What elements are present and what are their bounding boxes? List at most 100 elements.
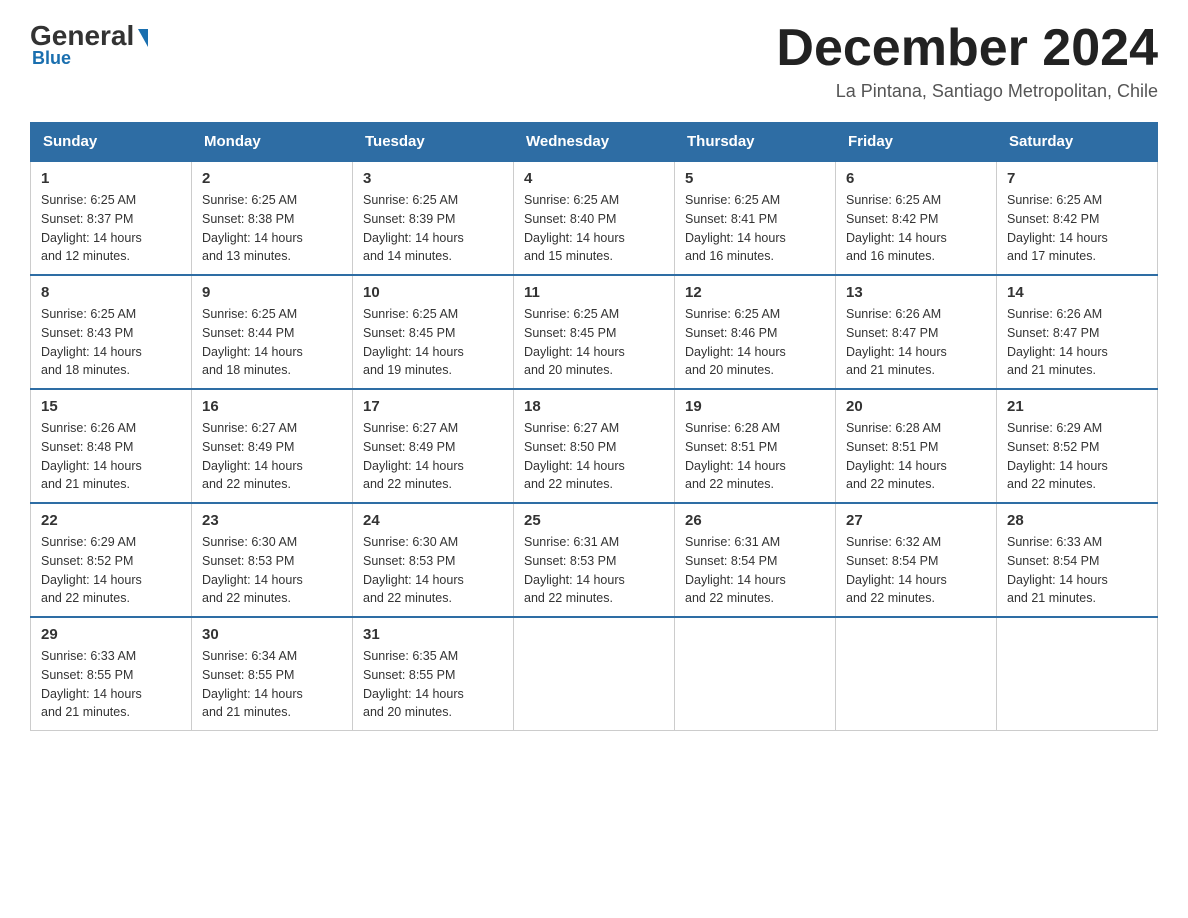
calendar-day-cell: 9 Sunrise: 6:25 AMSunset: 8:44 PMDayligh… bbox=[192, 275, 353, 389]
day-number: 27 bbox=[846, 512, 986, 529]
calendar-day-cell: 27 Sunrise: 6:32 AMSunset: 8:54 PMDaylig… bbox=[836, 503, 997, 617]
calendar-day-cell: 13 Sunrise: 6:26 AMSunset: 8:47 PMDaylig… bbox=[836, 275, 997, 389]
logo: General Blue bbox=[30, 20, 148, 69]
calendar-week-row: 1 Sunrise: 6:25 AMSunset: 8:37 PMDayligh… bbox=[31, 161, 1158, 275]
calendar-day-cell: 26 Sunrise: 6:31 AMSunset: 8:54 PMDaylig… bbox=[675, 503, 836, 617]
day-info: Sunrise: 6:31 AMSunset: 8:54 PMDaylight:… bbox=[685, 535, 786, 605]
day-number: 14 bbox=[1007, 284, 1147, 301]
day-number: 3 bbox=[363, 170, 503, 187]
day-info: Sunrise: 6:26 AMSunset: 8:47 PMDaylight:… bbox=[846, 307, 947, 377]
day-info: Sunrise: 6:25 AMSunset: 8:45 PMDaylight:… bbox=[524, 307, 625, 377]
month-year-title: December 2024 bbox=[776, 20, 1158, 77]
calendar-day-cell: 29 Sunrise: 6:33 AMSunset: 8:55 PMDaylig… bbox=[31, 617, 192, 731]
day-number: 13 bbox=[846, 284, 986, 301]
day-info: Sunrise: 6:27 AMSunset: 8:50 PMDaylight:… bbox=[524, 421, 625, 491]
day-info: Sunrise: 6:31 AMSunset: 8:53 PMDaylight:… bbox=[524, 535, 625, 605]
calendar-day-cell: 8 Sunrise: 6:25 AMSunset: 8:43 PMDayligh… bbox=[31, 275, 192, 389]
day-info: Sunrise: 6:25 AMSunset: 8:42 PMDaylight:… bbox=[1007, 193, 1108, 263]
calendar-day-cell: 22 Sunrise: 6:29 AMSunset: 8:52 PMDaylig… bbox=[31, 503, 192, 617]
calendar-day-cell: 28 Sunrise: 6:33 AMSunset: 8:54 PMDaylig… bbox=[997, 503, 1158, 617]
weekday-header-sunday: Sunday bbox=[31, 123, 192, 162]
calendar-day-cell: 16 Sunrise: 6:27 AMSunset: 8:49 PMDaylig… bbox=[192, 389, 353, 503]
day-info: Sunrise: 6:25 AMSunset: 8:38 PMDaylight:… bbox=[202, 193, 303, 263]
calendar-day-cell: 1 Sunrise: 6:25 AMSunset: 8:37 PMDayligh… bbox=[31, 161, 192, 275]
day-number: 19 bbox=[685, 398, 825, 415]
weekday-header-tuesday: Tuesday bbox=[353, 123, 514, 162]
day-number: 1 bbox=[41, 170, 181, 187]
title-block: December 2024 La Pintana, Santiago Metro… bbox=[776, 20, 1158, 102]
day-info: Sunrise: 6:28 AMSunset: 8:51 PMDaylight:… bbox=[846, 421, 947, 491]
day-info: Sunrise: 6:29 AMSunset: 8:52 PMDaylight:… bbox=[1007, 421, 1108, 491]
day-info: Sunrise: 6:25 AMSunset: 8:43 PMDaylight:… bbox=[41, 307, 142, 377]
calendar-day-cell: 30 Sunrise: 6:34 AMSunset: 8:55 PMDaylig… bbox=[192, 617, 353, 731]
calendar-day-cell: 24 Sunrise: 6:30 AMSunset: 8:53 PMDaylig… bbox=[353, 503, 514, 617]
day-info: Sunrise: 6:34 AMSunset: 8:55 PMDaylight:… bbox=[202, 649, 303, 719]
day-number: 16 bbox=[202, 398, 342, 415]
calendar-day-cell bbox=[836, 617, 997, 731]
calendar-day-cell: 17 Sunrise: 6:27 AMSunset: 8:49 PMDaylig… bbox=[353, 389, 514, 503]
day-number: 8 bbox=[41, 284, 181, 301]
page-header: General Blue December 2024 La Pintana, S… bbox=[30, 20, 1158, 102]
day-info: Sunrise: 6:25 AMSunset: 8:41 PMDaylight:… bbox=[685, 193, 786, 263]
day-number: 4 bbox=[524, 170, 664, 187]
day-number: 20 bbox=[846, 398, 986, 415]
day-number: 30 bbox=[202, 626, 342, 643]
weekday-header-saturday: Saturday bbox=[997, 123, 1158, 162]
calendar-day-cell: 23 Sunrise: 6:30 AMSunset: 8:53 PMDaylig… bbox=[192, 503, 353, 617]
day-info: Sunrise: 6:25 AMSunset: 8:46 PMDaylight:… bbox=[685, 307, 786, 377]
calendar-week-row: 29 Sunrise: 6:33 AMSunset: 8:55 PMDaylig… bbox=[31, 617, 1158, 731]
day-number: 24 bbox=[363, 512, 503, 529]
calendar-week-row: 22 Sunrise: 6:29 AMSunset: 8:52 PMDaylig… bbox=[31, 503, 1158, 617]
calendar-day-cell bbox=[997, 617, 1158, 731]
day-info: Sunrise: 6:26 AMSunset: 8:48 PMDaylight:… bbox=[41, 421, 142, 491]
calendar-week-row: 15 Sunrise: 6:26 AMSunset: 8:48 PMDaylig… bbox=[31, 389, 1158, 503]
day-info: Sunrise: 6:30 AMSunset: 8:53 PMDaylight:… bbox=[202, 535, 303, 605]
calendar-day-cell: 6 Sunrise: 6:25 AMSunset: 8:42 PMDayligh… bbox=[836, 161, 997, 275]
calendar-day-cell: 11 Sunrise: 6:25 AMSunset: 8:45 PMDaylig… bbox=[514, 275, 675, 389]
calendar-day-cell: 15 Sunrise: 6:26 AMSunset: 8:48 PMDaylig… bbox=[31, 389, 192, 503]
day-number: 9 bbox=[202, 284, 342, 301]
calendar-day-cell: 21 Sunrise: 6:29 AMSunset: 8:52 PMDaylig… bbox=[997, 389, 1158, 503]
calendar-day-cell: 4 Sunrise: 6:25 AMSunset: 8:40 PMDayligh… bbox=[514, 161, 675, 275]
day-info: Sunrise: 6:25 AMSunset: 8:39 PMDaylight:… bbox=[363, 193, 464, 263]
calendar-day-cell: 14 Sunrise: 6:26 AMSunset: 8:47 PMDaylig… bbox=[997, 275, 1158, 389]
day-number: 17 bbox=[363, 398, 503, 415]
day-info: Sunrise: 6:27 AMSunset: 8:49 PMDaylight:… bbox=[363, 421, 464, 491]
day-info: Sunrise: 6:30 AMSunset: 8:53 PMDaylight:… bbox=[363, 535, 464, 605]
calendar-day-cell: 19 Sunrise: 6:28 AMSunset: 8:51 PMDaylig… bbox=[675, 389, 836, 503]
day-number: 7 bbox=[1007, 170, 1147, 187]
logo-triangle-icon bbox=[138, 29, 148, 47]
day-number: 5 bbox=[685, 170, 825, 187]
calendar-day-cell: 31 Sunrise: 6:35 AMSunset: 8:55 PMDaylig… bbox=[353, 617, 514, 731]
calendar-day-cell bbox=[514, 617, 675, 731]
calendar-day-cell: 25 Sunrise: 6:31 AMSunset: 8:53 PMDaylig… bbox=[514, 503, 675, 617]
day-info: Sunrise: 6:33 AMSunset: 8:55 PMDaylight:… bbox=[41, 649, 142, 719]
calendar-day-cell: 3 Sunrise: 6:25 AMSunset: 8:39 PMDayligh… bbox=[353, 161, 514, 275]
day-info: Sunrise: 6:25 AMSunset: 8:37 PMDaylight:… bbox=[41, 193, 142, 263]
calendar-day-cell: 7 Sunrise: 6:25 AMSunset: 8:42 PMDayligh… bbox=[997, 161, 1158, 275]
weekday-header-row: SundayMondayTuesdayWednesdayThursdayFrid… bbox=[31, 123, 1158, 162]
weekday-header-wednesday: Wednesday bbox=[514, 123, 675, 162]
day-info: Sunrise: 6:25 AMSunset: 8:42 PMDaylight:… bbox=[846, 193, 947, 263]
day-number: 11 bbox=[524, 284, 664, 301]
day-number: 28 bbox=[1007, 512, 1147, 529]
day-info: Sunrise: 6:27 AMSunset: 8:49 PMDaylight:… bbox=[202, 421, 303, 491]
day-number: 12 bbox=[685, 284, 825, 301]
day-number: 22 bbox=[41, 512, 181, 529]
day-info: Sunrise: 6:26 AMSunset: 8:47 PMDaylight:… bbox=[1007, 307, 1108, 377]
day-number: 10 bbox=[363, 284, 503, 301]
calendar-day-cell: 10 Sunrise: 6:25 AMSunset: 8:45 PMDaylig… bbox=[353, 275, 514, 389]
day-number: 21 bbox=[1007, 398, 1147, 415]
day-number: 29 bbox=[41, 626, 181, 643]
day-info: Sunrise: 6:25 AMSunset: 8:40 PMDaylight:… bbox=[524, 193, 625, 263]
weekday-header-thursday: Thursday bbox=[675, 123, 836, 162]
calendar-day-cell: 12 Sunrise: 6:25 AMSunset: 8:46 PMDaylig… bbox=[675, 275, 836, 389]
day-info: Sunrise: 6:25 AMSunset: 8:44 PMDaylight:… bbox=[202, 307, 303, 377]
day-number: 25 bbox=[524, 512, 664, 529]
calendar-week-row: 8 Sunrise: 6:25 AMSunset: 8:43 PMDayligh… bbox=[31, 275, 1158, 389]
day-number: 2 bbox=[202, 170, 342, 187]
day-info: Sunrise: 6:25 AMSunset: 8:45 PMDaylight:… bbox=[363, 307, 464, 377]
weekday-header-monday: Monday bbox=[192, 123, 353, 162]
day-number: 31 bbox=[363, 626, 503, 643]
day-number: 26 bbox=[685, 512, 825, 529]
